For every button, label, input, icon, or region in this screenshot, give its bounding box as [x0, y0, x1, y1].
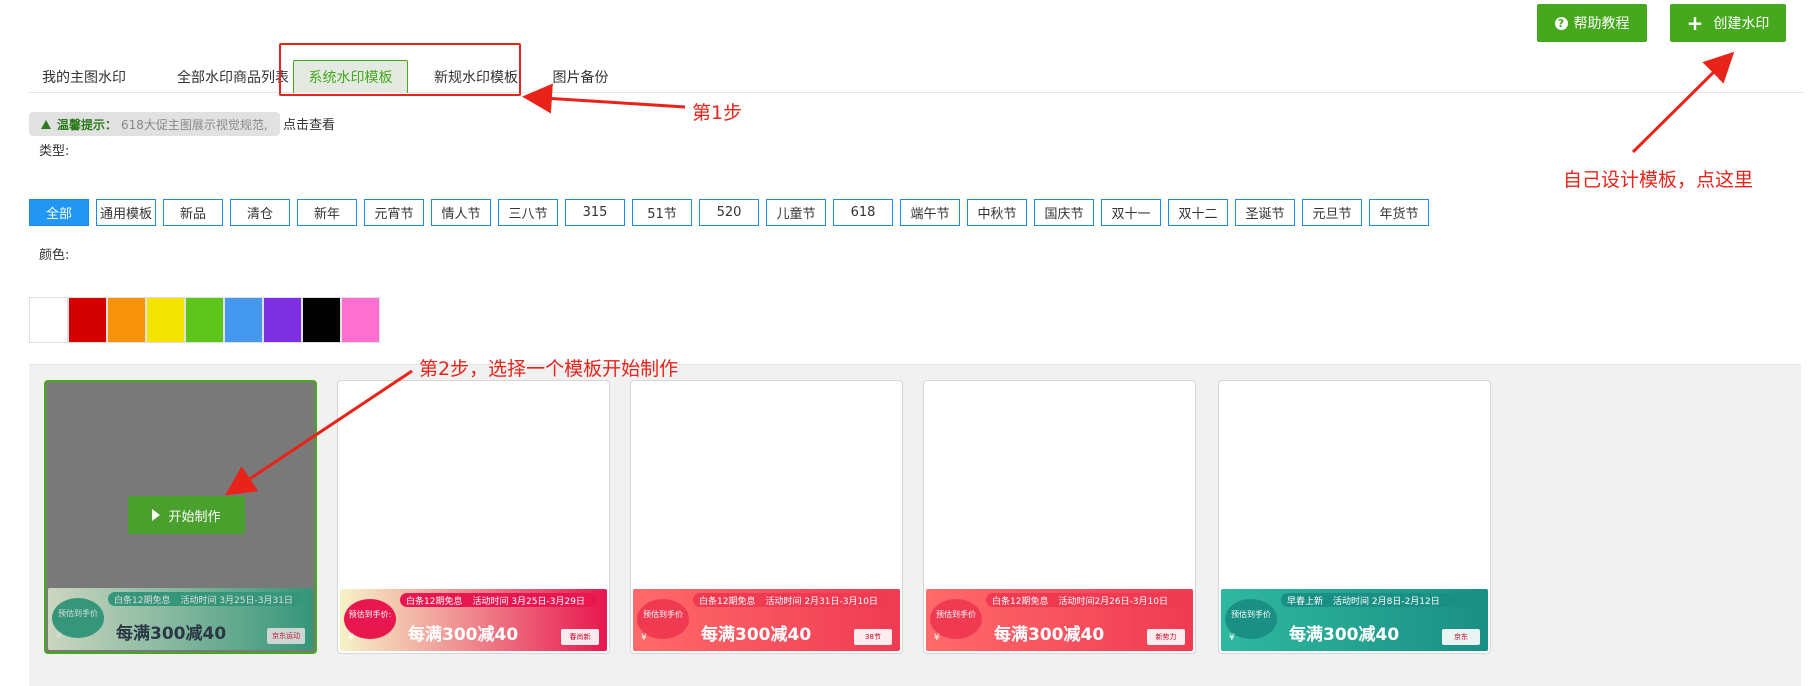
step1-arrow [522, 83, 686, 114]
step2-arrow [225, 369, 413, 496]
create-arrow [1631, 51, 1735, 154]
self-design-annotation: 自己设计模板，点这里 [1563, 169, 1754, 191]
step2-annotation: 第2步，选择一个模板开始制作 [419, 358, 679, 380]
annotation-arrows [225, 51, 1735, 496]
step1-annotation: 第1步 [692, 102, 743, 124]
